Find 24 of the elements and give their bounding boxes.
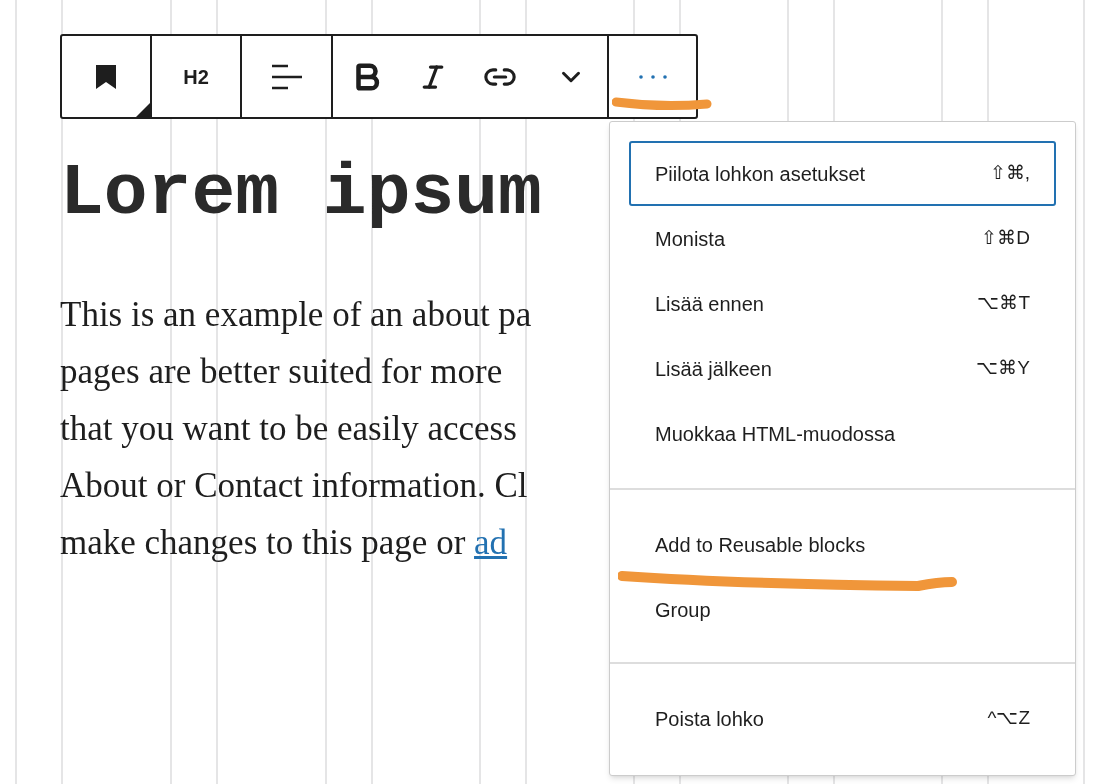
menu-item[interactable]: Group <box>629 577 1056 642</box>
paragraph-line: This is an example of an about pa <box>60 294 532 336</box>
paragraph-line: About or Contact information. Cl <box>60 465 528 507</box>
shortcut-label: ^⌥Z <box>987 706 1030 731</box>
heading-level-button[interactable]: H2 <box>152 36 240 117</box>
paragraph-line: that you want to be easily access <box>60 408 517 450</box>
shortcut-label: ⇧⌘D <box>981 226 1030 251</box>
menu-item[interactable]: Poista lohko ^⌥Z <box>629 686 1056 751</box>
paragraph-line: pages are better suited for more <box>60 351 503 393</box>
menu-item[interactable]: Lisää ennen ⌥⌘T <box>629 271 1056 336</box>
shortcut-label: ⌥⌘Y <box>976 356 1030 381</box>
align-left-icon <box>270 62 303 91</box>
menu-item[interactable]: Monista ⇧⌘D <box>629 206 1056 271</box>
shortcut-label: ⇧⌘, <box>989 161 1030 186</box>
page-heading: Lorem ipsum <box>60 157 542 230</box>
shortcut-label: ⌥⌘T <box>977 291 1030 316</box>
paragraph-line: make changes to this page or <box>60 522 467 564</box>
bookmark-icon <box>95 63 117 90</box>
menu-item[interactable]: Piilota lohkon asetukset ⇧⌘, <box>629 141 1056 206</box>
menu-item[interactable]: Lisää jälkeen ⌥⌘Y <box>629 336 1056 401</box>
paragraph-link[interactable]: ad <box>474 514 508 571</box>
more-dots-icon <box>638 74 667 79</box>
menu-item[interactable]: Add to Reusable blocks <box>629 512 1056 577</box>
menu-item[interactable]: Muokkaa HTML-muodossa <box>629 401 1056 466</box>
